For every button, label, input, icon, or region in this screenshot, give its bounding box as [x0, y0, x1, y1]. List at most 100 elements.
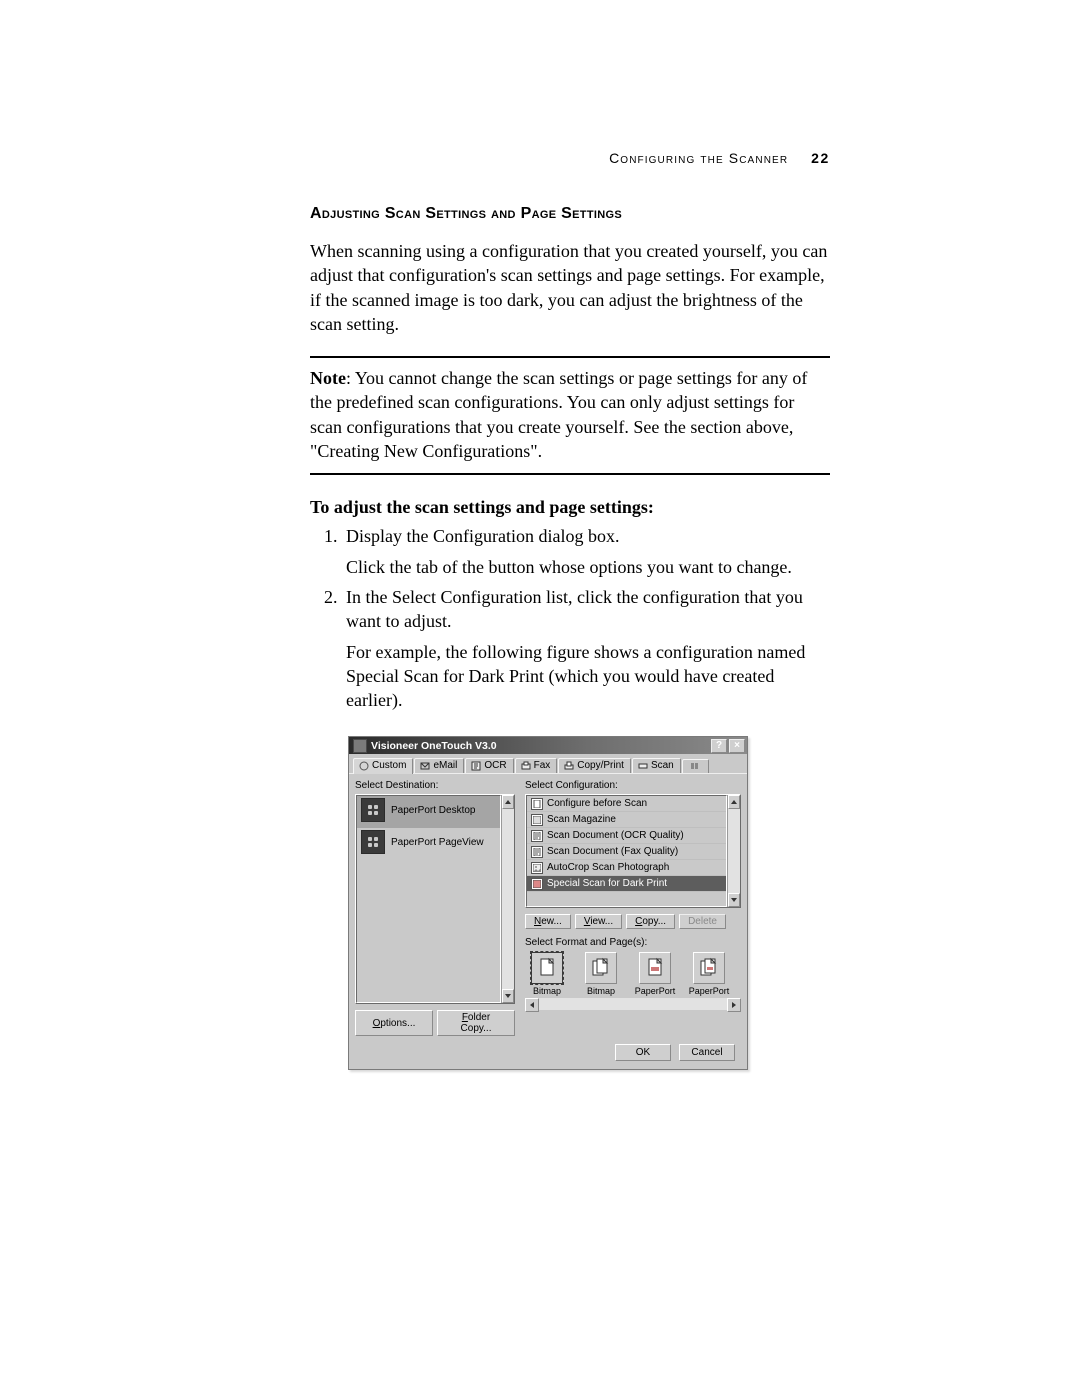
main-content: Adjusting Scan Settings and Page Setting… — [310, 205, 830, 1070]
select-configuration-label: Select Configuration: — [525, 780, 741, 791]
select-format-label: Select Format and Page(s): — [525, 937, 741, 948]
paperport-single-icon — [639, 952, 671, 984]
running-header: Configuring the Scanner 22 — [609, 150, 830, 166]
photo-icon — [531, 862, 543, 874]
cfg-scroll-down-button[interactable] — [728, 893, 740, 907]
titlebar[interactable]: Visioneer OneTouch V3.0 ? × — [349, 737, 747, 754]
tab-copyprint-label: Copy/Print — [577, 760, 624, 771]
tab-ocr-label: OCR — [484, 760, 506, 771]
step-1-text-b: Click the tab of the button whose option… — [346, 555, 830, 579]
destination-paperport-pageview[interactable]: PaperPort PageView — [357, 828, 500, 860]
dialog-body: Select Destination: PaperPort Desktop — [349, 774, 747, 1069]
tabs: Custom eMail OCR — [349, 754, 747, 774]
format-paperport-multi[interactable]: PaperPort — [687, 952, 731, 996]
view-config-button[interactable]: View... — [575, 914, 622, 929]
paperport-desktop-icon — [361, 798, 385, 822]
config-scan-document-ocr[interactable]: Scan Document (OCR Quality) — [527, 828, 726, 844]
section-heading: Adjusting Scan Settings and Page Setting… — [310, 205, 830, 223]
destination-paperport-desktop-label: PaperPort Desktop — [391, 805, 476, 816]
format-paperport-single[interactable]: PaperPort — [633, 952, 677, 996]
options-button[interactable]: Options... — [355, 1010, 433, 1036]
scroll-down-button[interactable] — [502, 989, 514, 1003]
custom-config-icon — [531, 878, 543, 890]
config-label-4: AutoCrop Scan Photograph — [547, 862, 669, 873]
note-box: Note: You cannot change the scan setting… — [310, 356, 830, 475]
tab-scan[interactable]: Scan — [632, 758, 681, 773]
new-config-button[interactable]: New... — [525, 914, 571, 929]
dialog-window: Visioneer OneTouch V3.0 ? × Custom eMail — [348, 736, 748, 1070]
hscroll-right-button[interactable] — [727, 998, 741, 1012]
scroll-up-button[interactable] — [502, 795, 514, 809]
fax-icon — [521, 761, 531, 771]
config-scan-document-fax[interactable]: Scan Document (Fax Quality) — [527, 844, 726, 860]
config-scan-magazine[interactable]: Scan Magazine — [527, 812, 726, 828]
format-bitmap-multi-label: Bitmap — [587, 986, 615, 996]
tab-ocr[interactable]: OCR — [465, 758, 513, 773]
config-label-0: Configure before Scan — [547, 798, 647, 809]
format-paperport-multi-label: PaperPort — [689, 986, 730, 996]
tab-fax[interactable]: Fax — [515, 758, 558, 773]
configuration-scrollbar[interactable] — [727, 795, 740, 907]
config-configure-before-scan[interactable]: Configure before Scan — [527, 796, 726, 812]
settings-icon — [690, 761, 700, 771]
scanner-icon — [638, 761, 648, 771]
dialog-footer: OK Cancel — [355, 1036, 741, 1069]
format-hscrollbar[interactable] — [525, 998, 741, 1010]
folder-copy-button[interactable]: Folder Copy... — [437, 1010, 515, 1036]
cfg-scroll-track[interactable] — [728, 809, 740, 893]
destination-scrollbar[interactable] — [501, 795, 514, 1003]
format-row: Bitmap Bitmap — [525, 952, 741, 996]
app-icon — [353, 739, 367, 753]
note-label: Note — [310, 368, 346, 388]
tab-copyprint[interactable]: Copy/Print — [558, 758, 631, 773]
window-title: Visioneer OneTouch V3.0 — [371, 740, 709, 752]
format-paperport-single-label: PaperPort — [635, 986, 676, 996]
bitmap-multi-icon — [585, 952, 617, 984]
step-1-text-a: Display the Configuration dialog box. — [346, 526, 619, 546]
running-header-text: Configuring the Scanner — [609, 150, 788, 166]
hscroll-track[interactable] — [539, 998, 727, 1010]
step-2: In the Select Configuration list, click … — [342, 585, 830, 712]
destination-listbox[interactable]: PaperPort Desktop PaperPort PageView — [355, 794, 515, 1004]
ok-button[interactable]: OK — [615, 1044, 671, 1061]
tab-custom[interactable]: Custom — [353, 758, 413, 774]
config-special-scan-dark-print[interactable]: Special Scan for Dark Print — [527, 876, 726, 892]
tab-scan-label: Scan — [651, 760, 674, 771]
destination-paperport-pageview-label: PaperPort PageView — [391, 837, 484, 848]
config-autocrop-photo[interactable]: AutoCrop Scan Photograph — [527, 860, 726, 876]
paperport-multi-icon — [693, 952, 725, 984]
tab-email-label: eMail — [433, 760, 457, 771]
intro-paragraph: When scanning using a configuration that… — [310, 239, 830, 336]
step-2-text-b: For example, the following figure shows … — [346, 640, 830, 713]
cfg-scroll-up-button[interactable] — [728, 795, 740, 809]
configuration-listbox[interactable]: Configure before Scan Scan Magazine Scan… — [525, 794, 741, 908]
email-icon — [420, 761, 430, 771]
config-button-row: New... View... Copy... Delete — [525, 914, 741, 929]
close-button[interactable]: × — [729, 739, 745, 753]
select-destination-label: Select Destination: — [355, 780, 515, 791]
left-column: Select Destination: PaperPort Desktop — [355, 780, 515, 1036]
tab-settings[interactable] — [682, 759, 709, 773]
scroll-track[interactable] — [502, 809, 514, 989]
copy-config-button[interactable]: Copy... — [626, 914, 675, 929]
cancel-button[interactable]: Cancel — [679, 1044, 735, 1061]
step-2-text-a: In the Select Configuration list, click … — [346, 587, 803, 631]
step-1: Display the Configuration dialog box. Cl… — [342, 524, 830, 579]
procedure-steps: Display the Configuration dialog box. Cl… — [310, 524, 830, 712]
document-ocr-icon — [531, 830, 543, 842]
format-bitmap-multi[interactable]: Bitmap — [579, 952, 623, 996]
destination-paperport-desktop[interactable]: PaperPort Desktop — [357, 796, 500, 828]
paperport-pageview-icon — [361, 830, 385, 854]
right-column: Select Configuration: Configure before S… — [525, 780, 741, 1036]
help-button[interactable]: ? — [711, 739, 727, 753]
page-number: 22 — [811, 150, 830, 166]
procedure-heading: To adjust the scan settings and page set… — [310, 497, 830, 518]
bitmap-single-icon — [531, 952, 563, 984]
tab-email[interactable]: eMail — [414, 758, 464, 773]
hscroll-left-button[interactable] — [525, 998, 539, 1012]
printer-icon — [564, 761, 574, 771]
delete-config-button[interactable]: Delete — [679, 914, 726, 929]
format-bitmap-single[interactable]: Bitmap — [525, 952, 569, 996]
ocr-icon — [471, 761, 481, 771]
config-label-1: Scan Magazine — [547, 814, 616, 825]
